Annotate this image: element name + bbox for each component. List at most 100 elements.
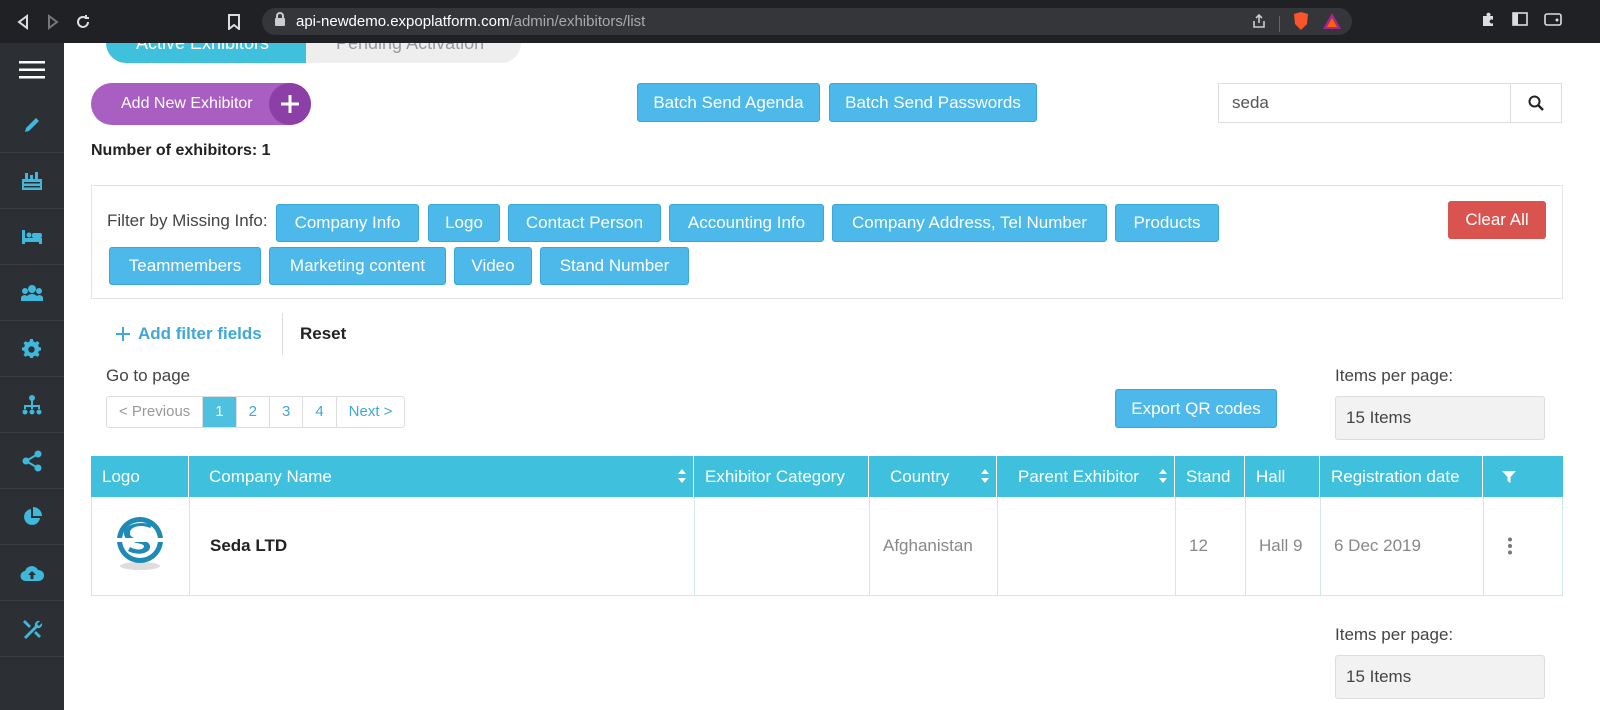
items-per-page-label-bottom: Items per page:	[1335, 625, 1454, 644]
plus-icon	[116, 327, 130, 341]
pagination-previous[interactable]: < Previous	[107, 397, 204, 427]
sidebar-toggle-icon[interactable]	[1512, 11, 1528, 32]
row-actions-button[interactable]	[1484, 497, 1536, 595]
more-vertical-icon	[1508, 537, 1512, 555]
add-filter-fields-button[interactable]: Add filter fields	[116, 324, 262, 344]
brave-rewards-icon[interactable]	[1322, 12, 1342, 35]
company-name-cell[interactable]: Seda LTD	[190, 497, 695, 595]
hall-cell: Hall 9	[1246, 497, 1321, 595]
org-chart-icon[interactable]	[0, 377, 64, 433]
sort-icon	[677, 468, 687, 484]
pagination-page[interactable]: 3	[270, 397, 304, 427]
share-page-icon[interactable]	[1251, 13, 1267, 34]
column-header-company-name[interactable]: Company Name	[189, 456, 694, 497]
filter-chip-stand-number[interactable]: Stand Number	[540, 247, 689, 285]
registration-date-cell: 6 Dec 2019	[1321, 497, 1484, 595]
filter-chip-logo[interactable]: Logo	[428, 204, 500, 242]
batch-send-passwords-button[interactable]: Batch Send Passwords	[829, 83, 1037, 122]
filter-label: Filter by Missing Info:	[107, 211, 268, 230]
main-content: Active Exhibitors Pending Activation Add…	[64, 43, 1600, 710]
filter-chip-products[interactable]: Products	[1115, 204, 1219, 242]
tools-icon[interactable]	[0, 601, 64, 657]
browser-toolbar: api-newdemo.expoplatform.com/admin/exhib…	[0, 0, 1600, 43]
plus-icon	[269, 83, 311, 125]
missing-info-filter-panel: Filter by Missing Info: Company Info Log…	[91, 185, 1563, 299]
pagination-page[interactable]: 4	[303, 397, 337, 427]
clear-all-button[interactable]: Clear All	[1448, 201, 1546, 239]
exhibitor-status-tabs: Active Exhibitors Pending Activation	[106, 43, 521, 63]
admin-sidebar	[0, 43, 64, 710]
pagination-page[interactable]: 1	[203, 397, 237, 427]
filter-chip-teammembers[interactable]: Teammembers	[109, 247, 261, 285]
reset-button[interactable]: Reset	[300, 324, 346, 344]
share-icon[interactable]	[0, 433, 64, 489]
export-qr-codes-button[interactable]: Export QR codes	[1115, 389, 1277, 428]
url-path: /admin/exhibitors/list	[509, 13, 646, 30]
filter-chip-video[interactable]: Video	[454, 247, 532, 285]
exhibitors-table: Logo Company Name Exhibitor Category Cou…	[91, 456, 1563, 596]
table-header: Logo Company Name Exhibitor Category Cou…	[91, 456, 1563, 497]
country-cell: Afghanistan	[870, 497, 998, 595]
filter-chip-company-info[interactable]: Company Info	[276, 204, 419, 242]
pagination: < Previous 1 2 3 4 Next >	[106, 396, 406, 428]
column-header-country[interactable]: Country	[869, 456, 997, 497]
filter-icon	[1502, 470, 1516, 483]
batch-send-agenda-button[interactable]: Batch Send Agenda	[637, 83, 820, 122]
column-header-hall: Hall	[1245, 456, 1320, 497]
goto-page-label: Go to page	[106, 366, 191, 385]
url-host: api-newdemo.expoplatform.com	[296, 13, 510, 30]
bookmark-icon[interactable]	[219, 7, 249, 37]
add-filter-fields-label: Add filter fields	[138, 324, 262, 343]
tab-pending-activation[interactable]: Pending Activation	[306, 43, 521, 63]
table-row[interactable]: Seda LTD Afghanistan 12 Hall 9 6 Dec 201…	[91, 497, 1563, 596]
search-icon	[1528, 95, 1544, 111]
pie-chart-icon[interactable]	[0, 489, 64, 545]
search-input[interactable]: seda	[1219, 84, 1511, 122]
add-new-exhibitor-button[interactable]: Add New Exhibitor	[91, 83, 311, 125]
column-header-label: Country	[890, 466, 950, 486]
column-header-registration-date: Registration date	[1320, 456, 1483, 497]
column-header-exhibitor-category: Exhibitor Category	[694, 456, 869, 497]
column-filter-button[interactable]	[1483, 456, 1535, 497]
column-header-logo: Logo	[91, 456, 189, 497]
search-button[interactable]	[1511, 84, 1561, 122]
brave-shield-icon[interactable]	[1292, 11, 1310, 36]
search-box: seda	[1218, 83, 1562, 123]
stand-cell: 12	[1176, 497, 1246, 595]
hamburger-menu-icon[interactable]	[0, 43, 64, 97]
bed-icon[interactable]	[0, 209, 64, 265]
parent-exhibitor-cell	[998, 497, 1176, 595]
address-bar[interactable]: api-newdemo.expoplatform.com/admin/exhib…	[262, 8, 1352, 35]
items-per-page-select[interactable]: 15 Items	[1335, 396, 1545, 440]
company-logo	[92, 497, 190, 595]
tab-active-exhibitors[interactable]: Active Exhibitors	[106, 43, 306, 63]
add-new-exhibitor-label: Add New Exhibitor	[121, 95, 253, 112]
sort-icon	[1158, 468, 1168, 484]
sort-icon	[980, 468, 990, 484]
exhibitor-desk-icon[interactable]	[0, 153, 64, 209]
filter-chip-accounting-info[interactable]: Accounting Info	[669, 204, 824, 242]
users-icon[interactable]	[0, 265, 64, 321]
exhibitor-count: Number of exhibitors: 1	[91, 142, 271, 159]
column-header-label: Company Name	[209, 466, 332, 486]
wallet-icon[interactable]	[1544, 11, 1562, 32]
items-per-page-label: Items per page:	[1335, 366, 1454, 385]
filter-chip-contact-person[interactable]: Contact Person	[508, 204, 661, 242]
filter-chip-company-address[interactable]: Company Address, Tel Number	[832, 204, 1107, 242]
pencil-icon[interactable]	[0, 97, 64, 153]
gear-icon[interactable]	[0, 321, 64, 377]
cloud-upload-icon[interactable]	[0, 545, 64, 601]
column-header-label: Parent Exhibitor	[1018, 466, 1139, 486]
divider	[282, 313, 283, 355]
column-header-parent-exhibitor[interactable]: Parent Exhibitor	[997, 456, 1175, 497]
pagination-next[interactable]: Next >	[337, 397, 405, 427]
category-cell	[695, 497, 870, 595]
forward-icon[interactable]	[38, 7, 68, 37]
back-icon[interactable]	[8, 7, 38, 37]
column-header-stand: Stand	[1175, 456, 1245, 497]
filter-chip-marketing-content[interactable]: Marketing content	[269, 247, 446, 285]
extensions-icon[interactable]	[1480, 11, 1496, 32]
reload-icon[interactable]	[68, 7, 98, 37]
pagination-page[interactable]: 2	[237, 397, 270, 427]
items-per-page-select-bottom[interactable]: 15 Items	[1335, 655, 1545, 699]
